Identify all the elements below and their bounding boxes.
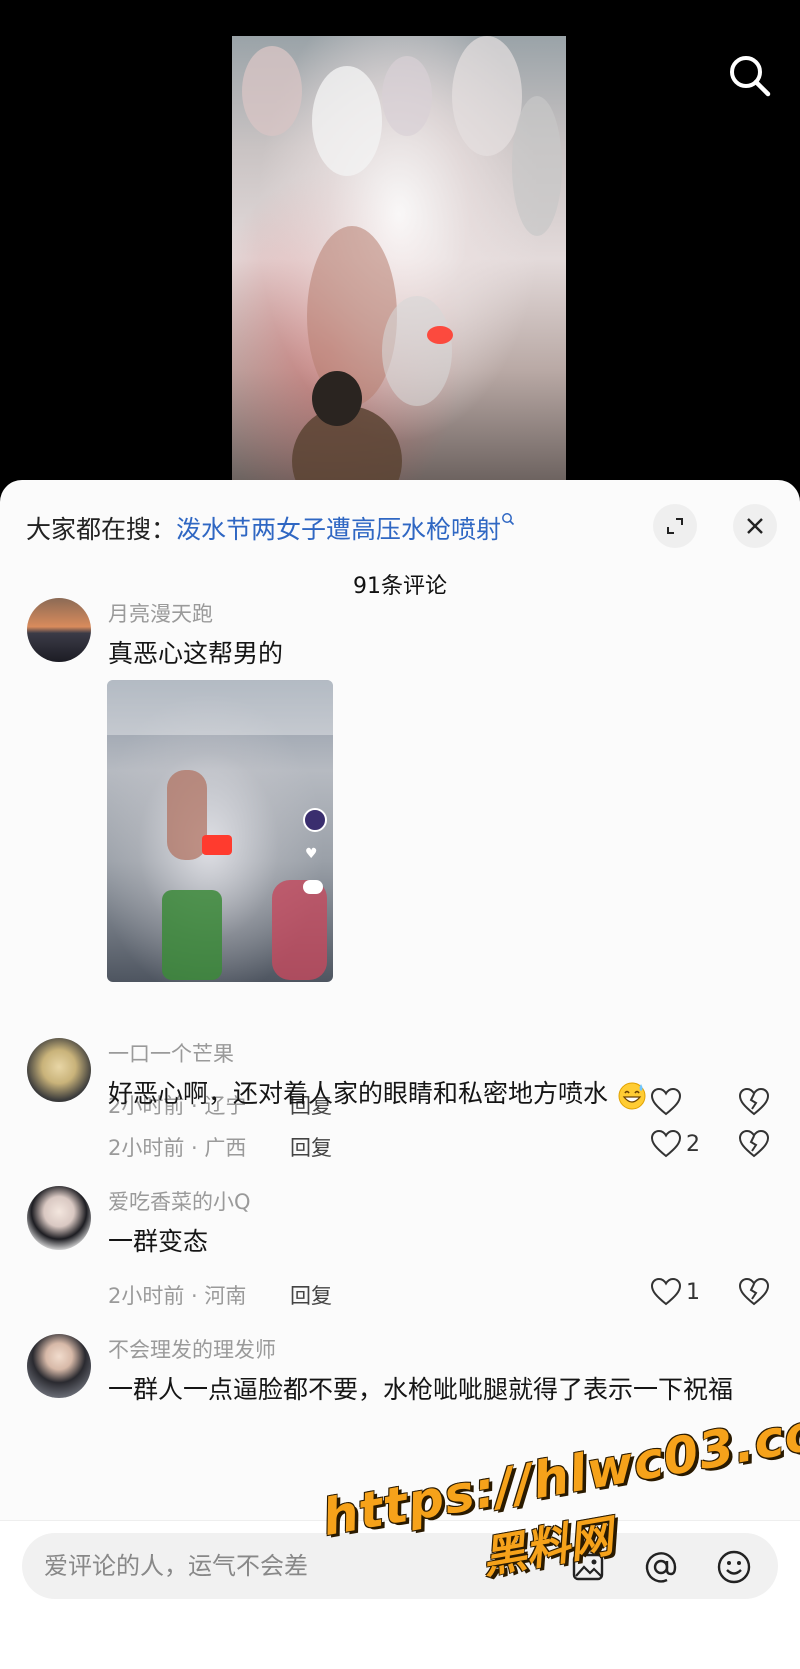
video-area[interactable] [0, 0, 800, 490]
comment-text: 一群变态 [108, 1227, 209, 1256]
avatar[interactable] [27, 1038, 91, 1102]
heart-icon [650, 1277, 682, 1306]
like-count: 1 [686, 1279, 700, 1305]
comment-item: 月亮漫天跑 真恶心这帮男的 ♥ 2小时前 · 辽宁 回复 [0, 598, 800, 1118]
broken-heart-icon[interactable] [738, 1128, 770, 1160]
comment-sheet: 大家都在搜：泼水节两女子遭高压水枪喷射 91条评论 月亮漫天跑 真恶心这帮男的 … [0, 480, 800, 1668]
emoji-icon[interactable] [716, 1549, 752, 1585]
comment-meta: 2小时前 · 河南 [108, 1284, 247, 1308]
like-button[interactable]: 2 [650, 1128, 700, 1160]
trending-search-hint[interactable]: 大家都在搜：泼水节两女子遭高压水枪喷射 [26, 510, 515, 544]
at-icon[interactable] [643, 1549, 679, 1585]
comment-item: 不会理发的理发师 一群人一点逼脸都不要，水枪呲呲腿就得了表示一下祝福 [0, 1334, 800, 1520]
comment-input-bar [0, 1520, 800, 1669]
comment-text: 真恶心这帮男的 [108, 639, 284, 668]
comment-meta: 2小时前 · 广西 [108, 1136, 247, 1160]
broken-heart-icon[interactable] [738, 1276, 770, 1308]
comment-item: 爱吃香菜的小Q 一群变态 2小时前 · 河南 回复 1 [0, 1186, 800, 1336]
comment-username[interactable]: 一口一个芒果 [108, 1038, 234, 1068]
comment-count: 91条评论 [353, 574, 447, 599]
heart-icon [650, 1129, 682, 1158]
video-player[interactable] [232, 36, 566, 482]
close-button[interactable] [733, 504, 777, 548]
expand-icon [667, 518, 683, 534]
avatar[interactable] [27, 598, 91, 662]
like-count: 2 [686, 1131, 700, 1157]
comment-username[interactable]: 爱吃香菜的小Q [108, 1186, 251, 1216]
search-hint-prefix: 大家都在搜： [26, 515, 177, 544]
image-icon[interactable] [570, 1549, 606, 1585]
comment-image[interactable]: ♥ [107, 680, 333, 982]
expand-button[interactable] [653, 504, 697, 548]
sweat-smile-emoji-icon [618, 1082, 646, 1110]
reply-button[interactable]: 回复 [290, 1280, 332, 1310]
comment-username[interactable]: 不会理发的理发师 [108, 1334, 276, 1364]
comment-text: 一群人一点逼脸都不要，水枪呲呲腿就得了表示一下祝福 [108, 1375, 734, 1404]
reply-button[interactable]: 回复 [290, 1132, 332, 1162]
comment-text-body: 好恶心啊，还对着人家的眼睛和私密地方喷水 [108, 1079, 609, 1108]
comment-username[interactable]: 月亮漫天跑 [108, 598, 213, 628]
comment-item: 一口一个芒果 好恶心啊，还对着人家的眼睛和私密地方喷水 2小时前 · 广西 回复… [0, 1038, 800, 1188]
search-hint-link[interactable]: 泼水节两女子遭高压水枪喷射 [176, 515, 501, 544]
search-icon[interactable] [724, 50, 776, 102]
search-icon [502, 513, 515, 526]
like-button[interactable]: 1 [650, 1276, 700, 1308]
comment-text: 好恶心啊，还对着人家的眼睛和私密地方喷水 [108, 1074, 768, 1114]
avatar[interactable] [27, 1334, 91, 1398]
avatar[interactable] [27, 1186, 91, 1250]
close-icon [747, 518, 763, 534]
